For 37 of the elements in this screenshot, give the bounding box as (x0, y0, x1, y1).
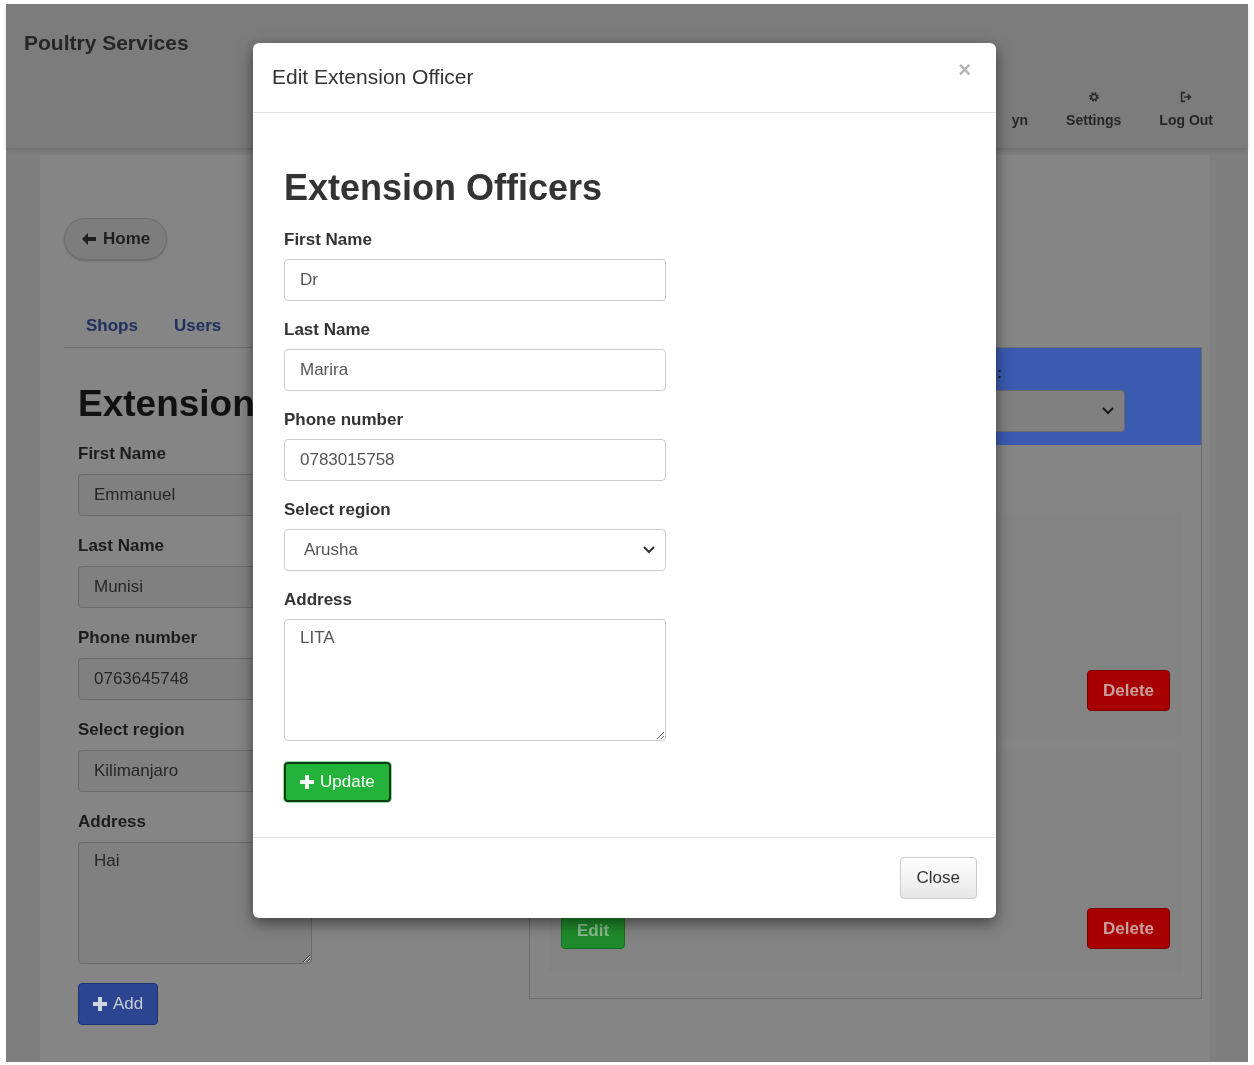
page-heading: Extension (78, 384, 255, 424)
plus-icon (93, 997, 107, 1011)
home-button[interactable]: Home (64, 218, 168, 260)
nav-link[interactable]: Settings (1047, 90, 1141, 128)
region-select[interactable]: Arusha (284, 529, 666, 571)
chevron-down-icon (1102, 407, 1114, 415)
plus-icon (300, 775, 314, 789)
brand-title: Poultry Services (24, 31, 189, 55)
arrow-left-icon (81, 232, 97, 246)
input-field[interactable]: Dr (284, 259, 666, 301)
nav-tab[interactable]: Users (155, 316, 240, 336)
dialog-title: Edit Extension Officer (272, 65, 474, 89)
field-label: First Name (284, 230, 372, 250)
field-label: Last Name (78, 536, 164, 556)
settings-icon (1086, 90, 1101, 104)
add-button[interactable]: Add (78, 983, 159, 1025)
field-label: First Name (78, 444, 166, 464)
close-button[interactable]: × (952, 57, 977, 83)
close-button[interactable]: Close (899, 857, 977, 899)
input-field[interactable]: Marira (284, 349, 666, 391)
filter-label: : (997, 364, 1003, 381)
field-label: Phone number (78, 628, 197, 648)
address-field[interactable]: LITA (284, 619, 666, 741)
chevron-down-icon (643, 546, 655, 554)
field-label: Address (78, 812, 147, 832)
nav-link[interactable]: Log Out (1140, 90, 1232, 128)
field-label: Phone number (284, 410, 403, 430)
logout-icon (1179, 90, 1194, 104)
delete-button[interactable]: Delete (1086, 908, 1170, 949)
nav-tab[interactable]: Shops (68, 316, 156, 336)
field-label: Last Name (284, 320, 370, 340)
update-button[interactable]: Update (284, 762, 391, 802)
form-heading: Extension Officers (284, 168, 603, 208)
nav-link[interactable]: yn (992, 90, 1048, 128)
input-field[interactable]: 0783015758 (284, 439, 666, 481)
field-label: Select region (78, 720, 185, 740)
delete-button[interactable]: Delete (1086, 670, 1170, 711)
